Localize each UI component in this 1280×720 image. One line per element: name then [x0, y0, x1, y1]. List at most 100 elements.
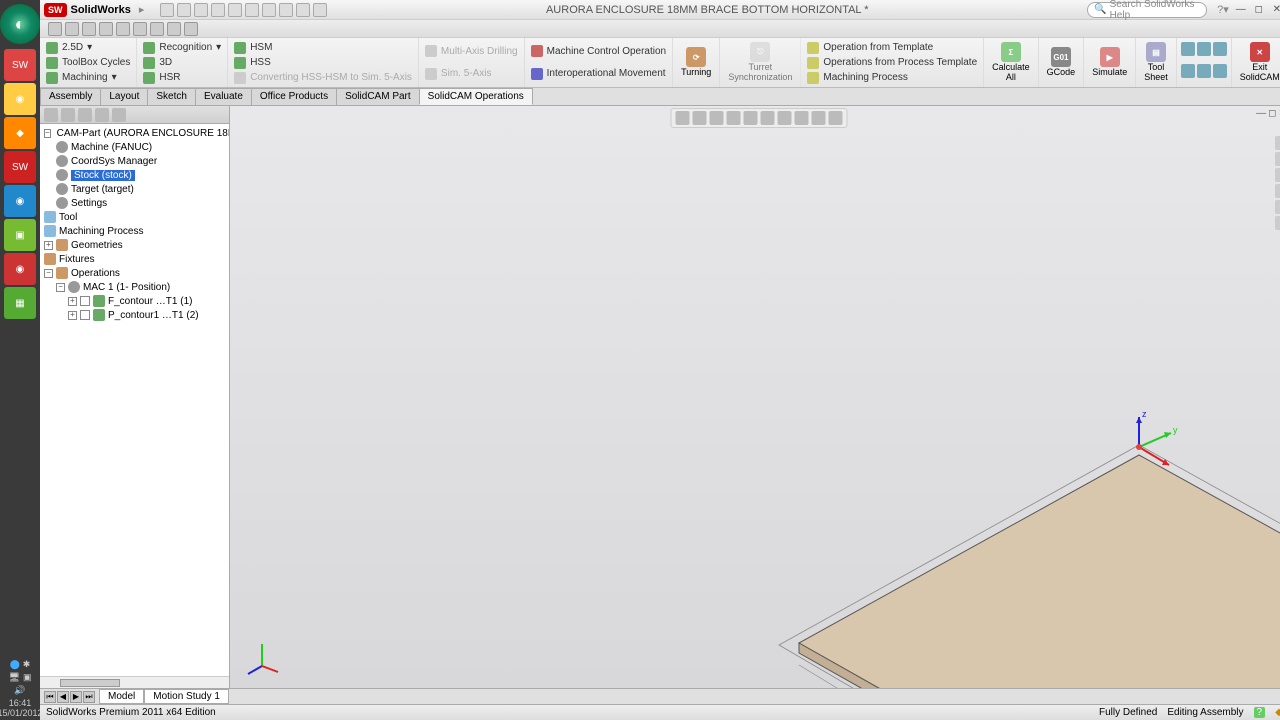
- tree-stock[interactable]: Stock (stock): [56, 168, 227, 182]
- right-icon[interactable]: [1275, 216, 1280, 230]
- tb2-icon[interactable]: [184, 22, 198, 36]
- ribbon-machining-button[interactable]: Machining▾: [46, 72, 130, 84]
- tb2-icon[interactable]: [167, 22, 181, 36]
- grid-icon[interactable]: [1197, 64, 1211, 78]
- ribbon-recognition-button[interactable]: Recognition▾: [143, 42, 221, 54]
- tree-tool[interactable]: Tool: [44, 210, 227, 224]
- ribbon-exit-button[interactable]: ✕Exit SolidCAM: [1232, 38, 1280, 87]
- view-fit-icon[interactable]: [693, 111, 707, 125]
- ribbon-hss-button[interactable]: HSS: [234, 57, 412, 69]
- nav-last-icon[interactable]: ⏭: [83, 691, 95, 703]
- right-icon[interactable]: [1275, 168, 1280, 182]
- taskbar-icon-app2[interactable]: SW: [4, 151, 36, 183]
- grid-icon[interactable]: [1181, 42, 1195, 56]
- tb2-icon[interactable]: [99, 22, 113, 36]
- qat-rebuild-icon[interactable]: [279, 3, 293, 17]
- tree-ops[interactable]: −Operations: [44, 266, 227, 280]
- view-hide-icon[interactable]: [778, 111, 792, 125]
- help-search-input[interactable]: 🔍 Search SolidWorks Help: [1087, 2, 1207, 18]
- start-button[interactable]: ◐: [0, 4, 40, 44]
- taskbar-icon-chrome[interactable]: ◉: [4, 83, 36, 115]
- tree-fixt[interactable]: Fixtures: [44, 252, 227, 266]
- qat-new-icon[interactable]: [160, 3, 174, 17]
- qat-open-icon[interactable]: [177, 3, 191, 17]
- ribbon-3d-button[interactable]: 3D: [143, 57, 221, 69]
- ribbon-calculate-button[interactable]: ΣCalculate All: [984, 38, 1039, 87]
- tree-tab-icon[interactable]: [95, 108, 109, 122]
- ribbon-25d-button[interactable]: 2.5D▾: [46, 42, 130, 54]
- right-icon[interactable]: [1275, 184, 1280, 198]
- qat-print-icon[interactable]: [211, 3, 225, 17]
- close-button[interactable]: ✕: [1269, 3, 1280, 17]
- ribbon-opsprocess-button[interactable]: Operations from Process Template: [807, 57, 977, 69]
- view-section-icon[interactable]: [744, 111, 758, 125]
- right-icon[interactable]: [1275, 152, 1280, 166]
- status-help-icon[interactable]: ?: [1254, 707, 1266, 718]
- maximize-button[interactable]: ◻: [1251, 3, 1267, 17]
- qat-select-icon[interactable]: [262, 3, 276, 17]
- ribbon-machinecontrol-button[interactable]: Machine Control Operation: [531, 45, 667, 57]
- ribbon-toolsheet-button[interactable]: ▤Tool Sheet: [1136, 38, 1177, 87]
- qat-more-icon[interactable]: [313, 3, 327, 17]
- right-icon[interactable]: [1275, 200, 1280, 214]
- qat-undo-icon[interactable]: [228, 3, 242, 17]
- tree-machine[interactable]: Machine (FANUC): [56, 140, 227, 154]
- tree-settings[interactable]: Settings: [56, 196, 227, 210]
- feature-tree[interactable]: −CAM-Part (AURORA ENCLOSURE 18MM BRACE B…: [40, 124, 229, 676]
- tree-target[interactable]: Target (target): [56, 182, 227, 196]
- view-scene-icon[interactable]: [795, 111, 809, 125]
- status-warn-icon[interactable]: ◆: [1275, 707, 1280, 718]
- tab-sketch[interactable]: Sketch: [147, 88, 196, 105]
- tb2-icon[interactable]: [65, 22, 79, 36]
- ribbon-optemplate-button[interactable]: Operation from Template: [807, 42, 977, 54]
- tab-layout[interactable]: Layout: [100, 88, 148, 105]
- minimize-button[interactable]: —: [1233, 3, 1249, 17]
- nav-prev-icon[interactable]: ◀: [57, 691, 69, 703]
- orientation-triad[interactable]: [242, 636, 282, 676]
- grid-icon[interactable]: [1197, 42, 1211, 56]
- tb2-icon[interactable]: [150, 22, 164, 36]
- tab-assembly[interactable]: Assembly: [40, 88, 101, 105]
- view-zoom-icon[interactable]: [676, 111, 690, 125]
- tree-op1[interactable]: +F_contour …T1 (1): [68, 294, 227, 308]
- view-pan-icon[interactable]: [710, 111, 724, 125]
- qat-save-icon[interactable]: [194, 3, 208, 17]
- ribbon-turning-button[interactable]: ⟳Turning: [673, 38, 720, 87]
- qat-redo-icon[interactable]: [245, 3, 259, 17]
- vp-min-icon[interactable]: —: [1256, 108, 1266, 119]
- tree-tab-icon[interactable]: [78, 108, 92, 122]
- grid-icon[interactable]: [1181, 64, 1195, 78]
- ribbon-hsm-button[interactable]: HSM: [234, 42, 412, 54]
- ribbon-toolbox-button[interactable]: ToolBox Cycles: [46, 57, 130, 69]
- bottom-tab-model[interactable]: Model: [99, 689, 144, 704]
- ribbon-machproc-button[interactable]: Machining Process: [807, 72, 977, 84]
- tree-tab-icon[interactable]: [61, 108, 75, 122]
- view-display-icon[interactable]: [761, 111, 775, 125]
- taskbar-icon-app4[interactable]: ▣: [4, 219, 36, 251]
- grid-icon[interactable]: [1213, 42, 1227, 56]
- ribbon-simulate-button[interactable]: ▶Simulate: [1084, 38, 1136, 87]
- grid-icon[interactable]: [1213, 64, 1227, 78]
- taskbar-icon-solidworks[interactable]: SW: [4, 49, 36, 81]
- tree-mproc[interactable]: Machining Process: [44, 224, 227, 238]
- right-icon[interactable]: [1275, 136, 1280, 150]
- taskbar-icon-app[interactable]: ◆: [4, 117, 36, 149]
- tab-solidcam-ops[interactable]: SolidCAM Operations: [419, 88, 533, 105]
- bottom-tab-motion[interactable]: Motion Study 1: [144, 689, 229, 704]
- ribbon-gcode-button[interactable]: G01GCode: [1039, 38, 1085, 87]
- view-more-icon[interactable]: [829, 111, 843, 125]
- ribbon-hsr-button[interactable]: HSR: [143, 72, 221, 84]
- tree-scrollbar[interactable]: [40, 676, 229, 688]
- clock-date[interactable]: 15/01/2012: [0, 708, 43, 718]
- clock-time[interactable]: 16:41: [0, 698, 43, 708]
- nav-first-icon[interactable]: ⏮: [44, 691, 56, 703]
- view-render-icon[interactable]: [812, 111, 826, 125]
- tab-office[interactable]: Office Products: [251, 88, 337, 105]
- taskbar-icon-app3[interactable]: ◉: [4, 185, 36, 217]
- taskbar-icon-app6[interactable]: ▦: [4, 287, 36, 319]
- tb2-icon[interactable]: [48, 22, 62, 36]
- viewport[interactable]: — ◻ ✕: [230, 106, 1280, 688]
- tb2-icon[interactable]: [116, 22, 130, 36]
- ribbon-interop-button[interactable]: Interoperational Movement: [531, 68, 667, 80]
- tree-coordsys[interactable]: CoordSys Manager: [56, 154, 227, 168]
